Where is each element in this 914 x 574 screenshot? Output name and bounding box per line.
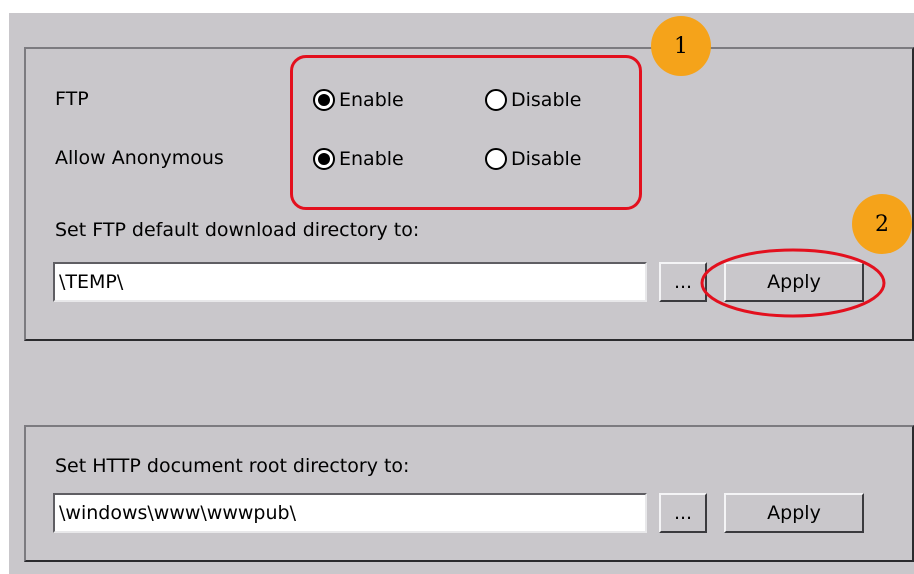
annotation-badge-1: 1: [651, 16, 711, 76]
apply-button-highlight: [700, 248, 886, 318]
annotation-badge-2: 2: [852, 194, 912, 254]
